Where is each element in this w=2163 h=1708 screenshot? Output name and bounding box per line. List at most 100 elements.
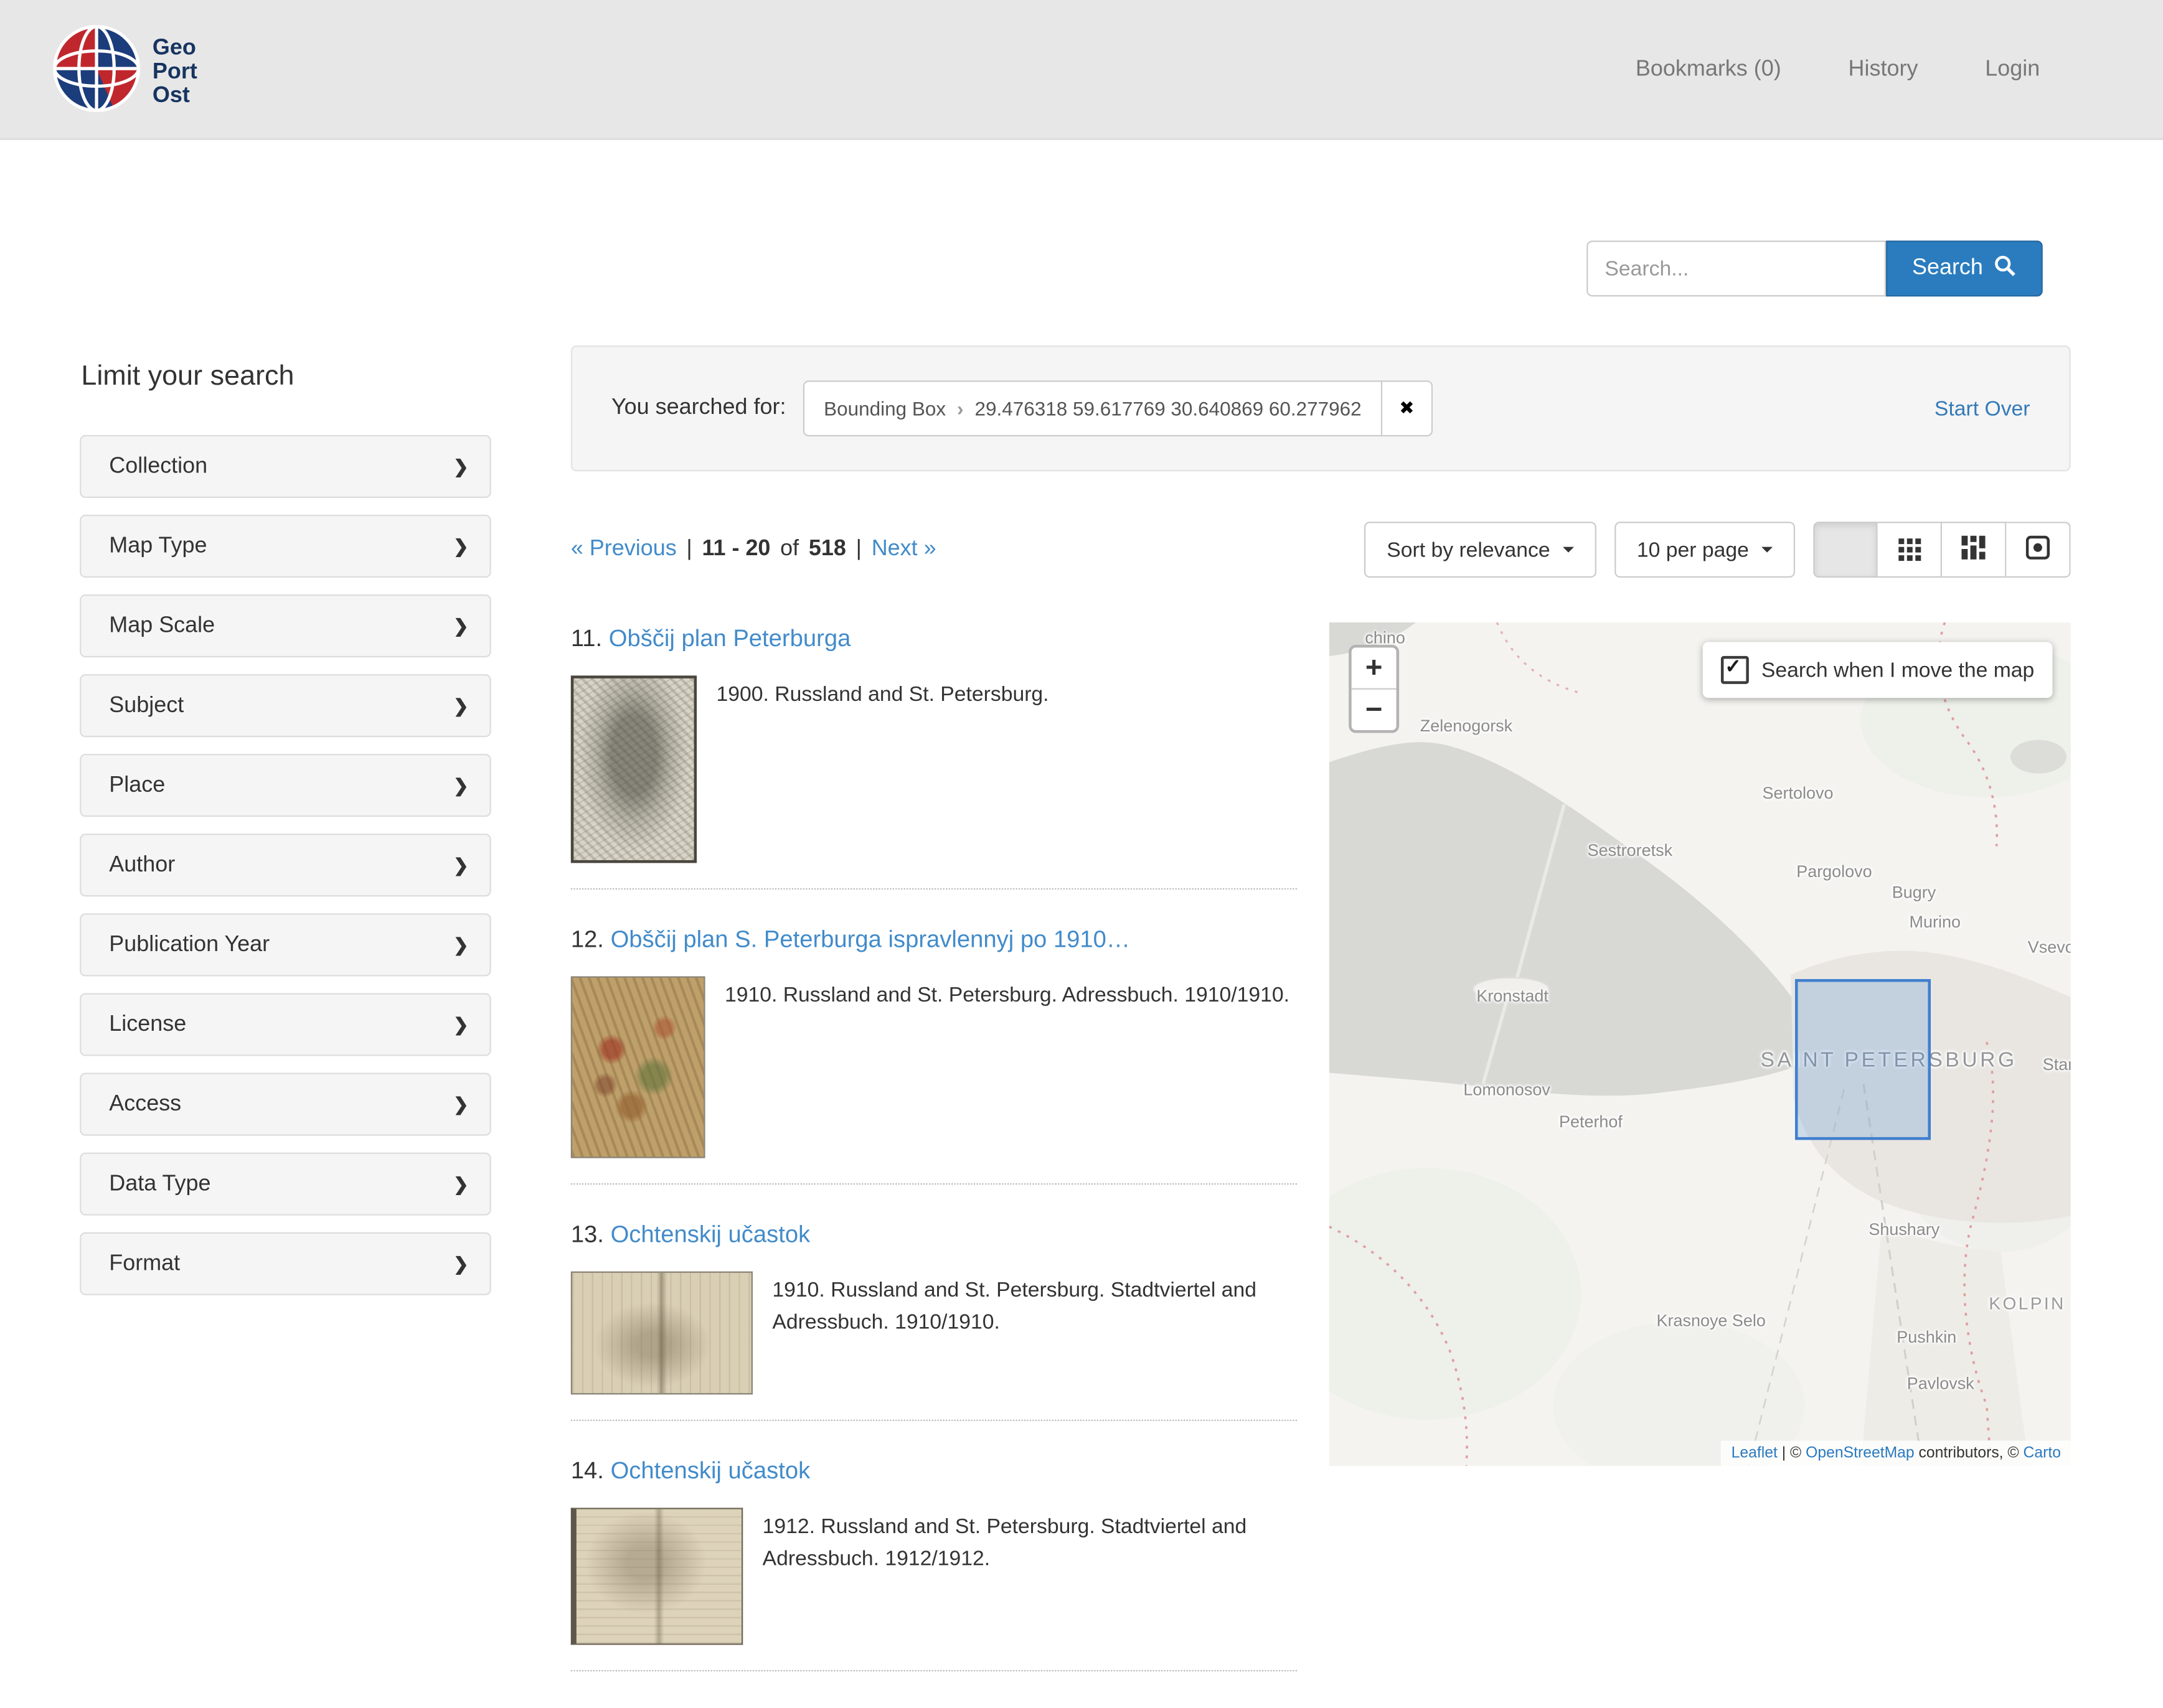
result-thumbnail[interactable] (571, 976, 705, 1158)
facet-author[interactable]: Author❯ (80, 833, 491, 896)
nav-history[interactable]: History (1849, 57, 1918, 82)
facet-publication-year[interactable]: Publication Year ❯ (80, 913, 491, 976)
next-page-link[interactable]: Next » (872, 537, 936, 562)
facet-label: Map Scale (109, 613, 215, 638)
logo-text: Geo Port Ost (153, 36, 197, 108)
result-number: 14. (571, 1457, 604, 1484)
you-searched-for-label: You searched for: (611, 396, 786, 421)
chevron-right-icon: ❯ (453, 1093, 469, 1115)
map-place-label: Bugry (1892, 883, 1936, 902)
map-place-label: Shushary (1868, 1219, 1939, 1239)
facet-format[interactable]: Format❯ (80, 1232, 491, 1295)
map-place-label: Lomonosov (1463, 1080, 1550, 1099)
result-thumbnail[interactable] (571, 1508, 743, 1645)
facet-data-type[interactable]: Data Type❯ (80, 1153, 491, 1216)
masonry-icon (1961, 536, 1985, 564)
facet-label: Map Type (109, 533, 207, 558)
result-title-link[interactable]: Ochtenskij učastok (611, 1457, 811, 1484)
search-when-move-control[interactable]: Search when I move the map (1702, 642, 2052, 698)
view-switcher (1813, 522, 2070, 578)
results-map[interactable]: chino Zelenogorsk Sertolovo Sestroretsk … (1329, 622, 2071, 1466)
view-list-button[interactable] (1813, 522, 1877, 578)
facet-access[interactable]: Access❯ (80, 1073, 491, 1136)
facet-license[interactable]: License ❯ (80, 993, 491, 1056)
openstreetmap-link[interactable]: OpenStreetMap (1806, 1445, 1915, 1462)
pagination: « Previous | 11 - 20 of 518 | Next » (571, 537, 936, 562)
grid-icon (1898, 538, 1920, 561)
facet-label: Place (109, 773, 165, 798)
facet-map-scale[interactable]: Map Scale❯ (80, 594, 491, 657)
total-results: 518 (809, 537, 846, 562)
result-description: 1900. Russland and St. Petersburg. (717, 678, 1049, 711)
globe-logo-icon (53, 25, 139, 119)
nav-login[interactable]: Login (1985, 57, 2040, 82)
results-list: 11. Obščij plan Peterburga 1900. Russlan… (571, 625, 1297, 1671)
per-page-dropdown[interactable]: 10 per page (1614, 522, 1795, 578)
sort-dropdown[interactable]: Sort by relevance (1364, 522, 1596, 578)
pagination-separator: | (856, 537, 862, 562)
map-place-label: Pargolovo (1796, 861, 1872, 881)
chevron-right-icon: ❯ (453, 1173, 469, 1195)
result-title-link[interactable]: Ochtenskij učastok (611, 1221, 811, 1248)
result-item: 13. Ochtenskij učastok 1910. Russland an… (571, 1221, 1297, 1421)
remove-constraint-button[interactable]: ✖ (1381, 382, 1431, 434)
facet-label: Subject (109, 693, 184, 718)
previous-page-link[interactable]: « Previous (571, 537, 677, 562)
chevron-right-icon: ❯ (453, 1013, 469, 1036)
zoom-out-button[interactable]: − (1352, 690, 1397, 730)
slideshow-icon (2026, 536, 2050, 564)
chevron-down-icon (1563, 547, 1574, 553)
search-bar: Search (1586, 241, 2043, 297)
result-thumbnail[interactable] (571, 1272, 753, 1395)
facet-subject[interactable]: Subject❯ (80, 674, 491, 737)
facet-label: Format (109, 1251, 180, 1276)
constraint-field: Bounding Box (824, 397, 946, 420)
constraint-bbox-value: 29.476318 59.617769 30.640869 60.277962 (975, 397, 1362, 420)
of-label: of (780, 537, 799, 562)
result-item: 11. Obščij plan Peterburga 1900. Russlan… (571, 625, 1297, 889)
result-title-link[interactable]: Obščij plan Peterburga (609, 625, 851, 652)
zoom-in-button[interactable]: + (1352, 647, 1397, 689)
result-thumbnail[interactable] (571, 675, 697, 863)
result-description: 1910. Russland and St. Petersburg. Adres… (725, 979, 1289, 1011)
map-place-label: Sestroretsk (1588, 841, 1672, 860)
result-number: 11. (571, 625, 602, 652)
map-place-label: Star (2043, 1054, 2071, 1074)
map-canvas[interactable] (1329, 622, 2071, 1466)
carto-link[interactable]: Carto (2024, 1445, 2061, 1462)
filter-separator-icon (957, 397, 963, 420)
map-place-label: Kronstadt (1476, 986, 1548, 1005)
map-place-label: Pavlovsk (1907, 1374, 1974, 1393)
checkbox-checked-icon[interactable] (1721, 656, 1749, 684)
start-over-link[interactable]: Start Over (1934, 396, 2030, 420)
results-toolbar: « Previous | 11 - 20 of 518 | Next » Sor… (571, 522, 2071, 578)
facet-collection[interactable]: Collection ❯ (80, 435, 491, 498)
facet-label: License (109, 1012, 186, 1037)
sort-label: Sort by relevance (1387, 538, 1550, 561)
pagination-separator: | (686, 537, 692, 562)
chevron-right-icon: ❯ (453, 455, 469, 477)
facet-place[interactable]: Place❯ (80, 754, 491, 817)
search-button[interactable]: Search (1886, 241, 2043, 297)
map-place-label: KOLPIN (1989, 1294, 2065, 1313)
view-grid-button[interactable] (1878, 522, 1942, 578)
result-number: 13. (571, 1221, 604, 1248)
facet-label: Publication Year (109, 932, 270, 957)
map-place-label: Pushkin (1897, 1327, 1956, 1346)
result-title-link[interactable]: Obščij plan S. Peterburga ispravlennyj p… (611, 926, 1131, 953)
view-slideshow-button[interactable] (2006, 522, 2070, 578)
search-constraints-panel: You searched for: Bounding Box 29.476318… (571, 345, 2071, 471)
view-masonry-button[interactable] (1942, 522, 2006, 578)
result-item: 12. Obščij plan S. Peterburga ispravlenn… (571, 926, 1297, 1185)
header: Geo Port Ost Bookmarks (0) History Login (0, 0, 2163, 140)
chevron-right-icon: ❯ (453, 934, 469, 956)
nav-bookmarks[interactable]: Bookmarks (0) (1636, 57, 1781, 82)
facet-label: Collection (109, 454, 207, 479)
search-input[interactable] (1586, 241, 1886, 297)
facet-map-type[interactable]: Map Type❯ (80, 515, 491, 578)
leaflet-link[interactable]: Leaflet (1732, 1445, 1778, 1462)
geoportost-logo[interactable]: Geo Port Ost (53, 25, 197, 119)
result-description: 1912. Russland and St. Petersburg. Stadt… (763, 1511, 1297, 1575)
attribution-text: contributors, © (1915, 1445, 2024, 1462)
map-place-label: Sertolovo (1763, 783, 1834, 802)
